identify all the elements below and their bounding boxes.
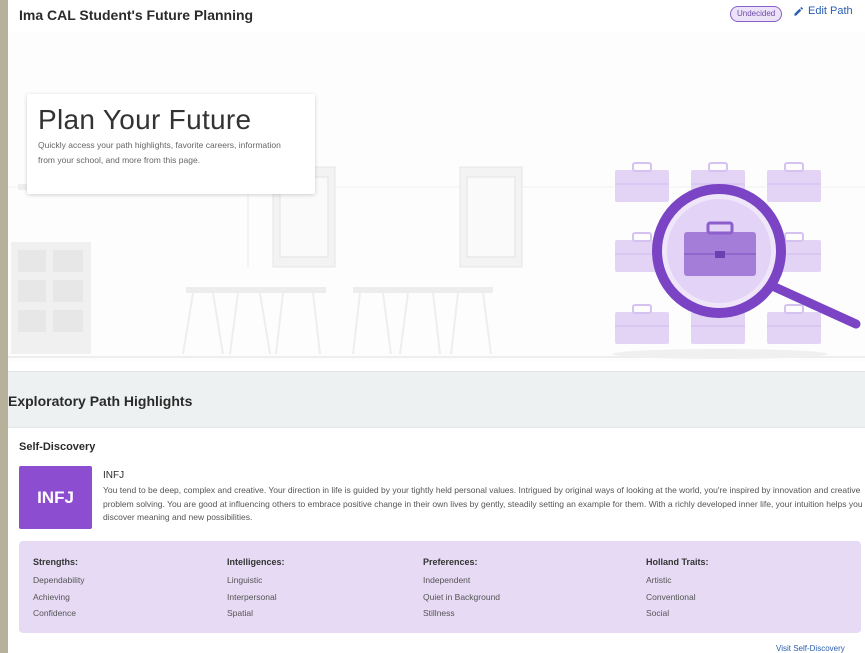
- personality-description: You tend to be deep, complex and creativ…: [103, 485, 863, 523]
- trait-item: Artistic: [646, 575, 672, 585]
- trait-heading: Holland Traits:: [646, 557, 709, 567]
- trait-item: Social: [646, 608, 670, 618]
- trait-heading: Intelligences:: [227, 557, 285, 567]
- hero-banner: Plan Your Future Quickly access your pat…: [8, 32, 865, 362]
- edit-path-label: Edit Path: [808, 5, 853, 17]
- traits-panel: Strengths: Dependability Achieving Confi…: [19, 541, 861, 633]
- self-discovery-section: Self-Discovery INFJ INFJ You tend to be …: [8, 429, 865, 653]
- section-title: Exploratory Path Highlights: [8, 393, 193, 409]
- self-discovery-heading: Self-Discovery: [19, 441, 96, 453]
- trait-item: Quiet in Background: [423, 591, 501, 602]
- status-badge: Undecided: [730, 6, 783, 22]
- screen-frame: Ima CAL Student's Future Planning Undeci…: [0, 0, 865, 653]
- edit-path-button[interactable]: Edit Path: [793, 5, 853, 17]
- personality-type-name: INFJ: [103, 470, 125, 481]
- trait-item: Linguistic: [227, 575, 263, 585]
- future-planning-page: Ima CAL Student's Future Planning Undeci…: [8, 0, 865, 653]
- hero-subtitle: Quickly access your path highlights, fav…: [38, 140, 281, 165]
- trait-item: Conventional: [646, 591, 696, 602]
- trait-item: Interpersonal: [227, 591, 277, 602]
- trait-heading: Strengths:: [33, 557, 78, 567]
- window-edge: [0, 0, 8, 653]
- page-header: Ima CAL Student's Future Planning Undeci…: [8, 0, 865, 32]
- visit-self-discovery-link[interactable]: Visit Self-Discovery: [776, 644, 845, 653]
- trait-column-intelligences: Intelligences: Linguistic Interpersonal …: [227, 557, 285, 622]
- trait-heading: Preferences:: [423, 557, 478, 567]
- personality-type-tile: INFJ: [19, 466, 92, 529]
- trait-column-preferences: Preferences: Independent Quiet in Backgr…: [423, 557, 500, 622]
- trait-item: Achieving: [33, 591, 70, 602]
- trait-item: Independent: [423, 575, 471, 585]
- pencil-icon: [794, 6, 803, 16]
- trait-item: Dependability: [33, 575, 85, 585]
- trait-column-holland: Holland Traits: Artistic Conventional So…: [646, 557, 709, 622]
- section-header: Exploratory Path Highlights: [8, 371, 865, 428]
- trait-item: Stillness: [423, 608, 455, 618]
- hero-title: Plan Your Future: [38, 104, 252, 135]
- hero-card: Plan Your Future Quickly access your pat…: [27, 94, 315, 194]
- hero-illustration: [8, 162, 865, 359]
- trait-item: Confidence: [33, 608, 77, 618]
- page-title: Ima CAL Student's Future Planning: [19, 7, 254, 23]
- trait-column-strengths: Strengths: Dependability Achieving Confi…: [33, 557, 85, 622]
- trait-item: Spatial: [227, 608, 253, 618]
